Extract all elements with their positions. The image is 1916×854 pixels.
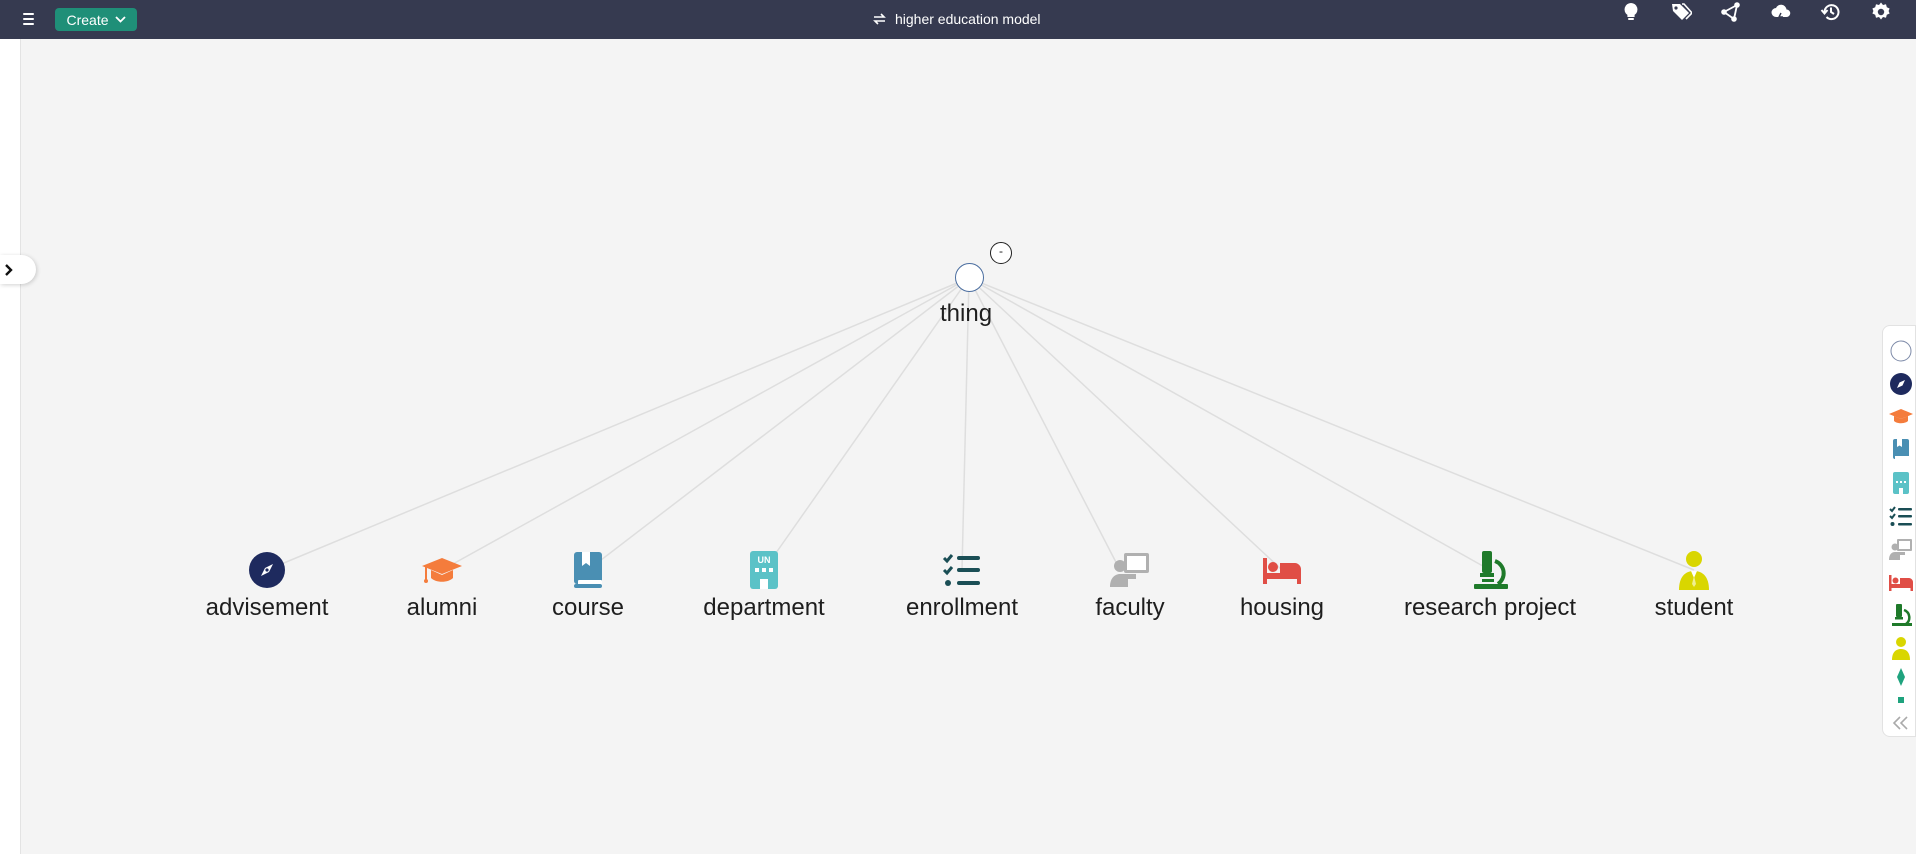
un-building-icon[interactable] [1888,470,1914,496]
chevron-right-icon [5,263,13,276]
bed-icon [1260,548,1304,592]
microscope-icon[interactable] [1888,602,1914,628]
left-sidebar [0,39,21,854]
node-label: course [551,594,625,621]
node-faculty[interactable]: faculty [1080,548,1180,622]
graduation-cap-icon [420,548,464,592]
root-node-label: thing [940,300,993,327]
microscope-icon [1468,548,1512,592]
node-department[interactable]: UN department [690,548,838,622]
teacher-icon[interactable] [1888,536,1914,562]
node-label: housing [1239,594,1325,621]
teacher-icon [1108,548,1152,592]
node-type-palette [1882,325,1916,737]
network-icon[interactable] [1719,0,1743,24]
node-label: faculty [1095,594,1165,621]
un-building-icon: UN [742,548,786,592]
node-label: research project [1403,594,1577,621]
student-icon [1672,548,1716,592]
node-label: advisement [205,594,329,621]
circle-icon[interactable] [1888,338,1914,364]
tags-icon[interactable] [1669,0,1693,24]
create-button[interactable]: Create [55,8,137,31]
node-enrollment[interactable]: enrollment [894,548,1030,622]
node-label: student [1654,594,1734,621]
node-research-project[interactable]: research project [1392,548,1588,622]
top-bar: Create higher education model [0,0,1916,39]
cloud-icon[interactable] [1769,0,1793,24]
compass-icon[interactable] [1888,371,1914,397]
checklist-icon[interactable] [1888,503,1914,529]
history-icon[interactable] [1819,0,1843,24]
student-icon[interactable] [1888,635,1914,661]
book-icon [566,548,610,592]
model-title[interactable]: higher education model [872,10,1041,28]
settings-icon[interactable] [1869,0,1893,24]
checklist-icon [940,548,984,592]
node-label: alumni [406,594,478,621]
node-label: enrollment [905,594,1019,621]
chevron-down-icon [114,16,126,23]
node-label: department [703,594,825,621]
collapse-button[interactable]: - [990,242,1012,264]
model-title-text: higher education model [895,11,1041,27]
switch-icon [873,13,886,25]
collapse-icon[interactable] [1888,710,1914,736]
menu-icon[interactable] [17,9,39,29]
node-alumni[interactable]: alumni [392,548,492,622]
expand-sidebar-button[interactable] [0,255,36,284]
root-node-circle[interactable] [955,263,984,292]
node-course[interactable]: course [538,548,638,622]
graph-edges [266,277,1695,571]
lightbulb-icon[interactable] [1619,0,1643,24]
node-student[interactable]: student [1644,548,1744,622]
compass-icon [245,548,289,592]
svg-text:UN: UN [758,555,771,565]
graduation-cap-icon[interactable] [1888,404,1914,430]
node-housing[interactable]: housing [1232,548,1332,622]
bed-icon[interactable] [1888,569,1914,595]
book-icon[interactable] [1888,437,1914,463]
node-advisement[interactable]: advisement [200,548,334,622]
create-button-label: Create [66,11,109,28]
